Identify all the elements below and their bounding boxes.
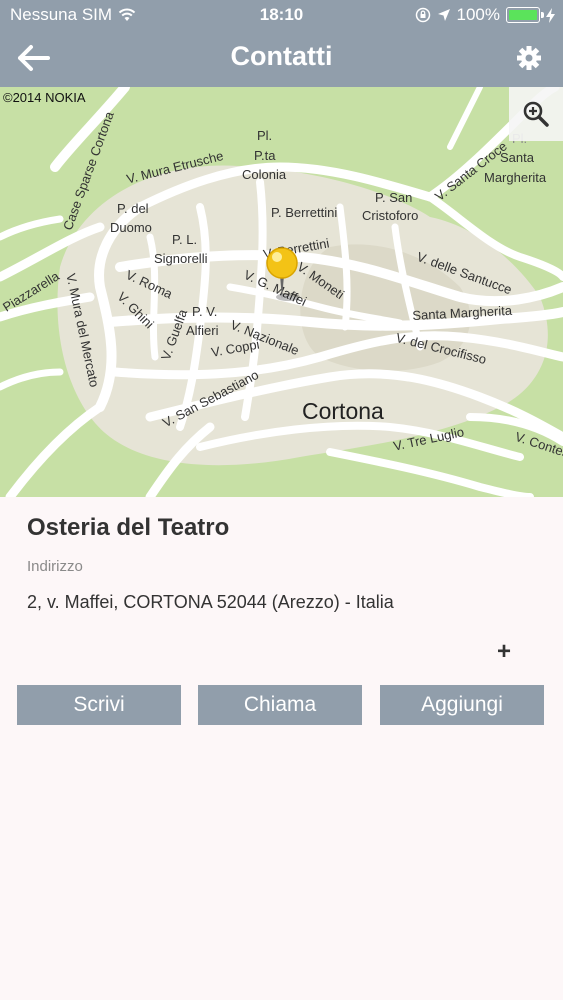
call-button[interactable]: Chiama [198,685,362,725]
address-label: Indirizzo [27,558,83,575]
zoom-in-icon [523,101,549,127]
write-button[interactable]: Scrivi [17,685,181,725]
expand-plus-button[interactable]: + [497,638,511,666]
status-bar: Nessuna SIM 18:10 100% [0,0,563,30]
address-value[interactable]: 2, v. Maffei, CORTONA 52044 (Arezzo) - I… [27,592,394,613]
map-label: Margherita [484,170,547,185]
map-label: Duomo [110,220,152,235]
add-contact-button[interactable]: Aggiungi [380,685,544,725]
battery-icon [506,7,544,23]
map-label: P. San [375,190,413,205]
map-label: P.ta [254,148,276,163]
zoom-button[interactable] [509,87,563,141]
location-arrow-icon [437,9,450,21]
charging-bolt-icon [546,7,555,23]
map-label: Signorelli [154,251,208,266]
battery-percent: 100% [456,5,500,24]
map-copyright: ©2014 NOKIA [3,90,86,105]
map-label: Santa [500,150,534,165]
place-name: Osteria del Teatro [27,514,230,541]
battery-level [509,10,537,20]
status-right: 100% [415,5,555,25]
gear-icon[interactable] [515,44,543,72]
map-city-label: Cortona [302,398,384,424]
map-label: Cristoforo [362,208,419,223]
map-label: Colonia [242,167,287,182]
map-label: Pl. [257,128,273,143]
map-label: P. V. [192,304,218,319]
map-view[interactable]: ©2014 NOKIA Pl. P.ta Colonia V. Mura Etr… [0,87,563,497]
map-label: P. L. [172,232,198,247]
page-title: Contatti [230,41,333,71]
map-pin-icon[interactable] [262,245,302,305]
map-label: Alfieri [186,323,219,338]
map-label: P. Berrettini [271,205,338,220]
orientation-lock-icon [415,7,430,23]
navigation-bar: Contatti [0,30,563,87]
map-label: P. del [117,201,149,216]
